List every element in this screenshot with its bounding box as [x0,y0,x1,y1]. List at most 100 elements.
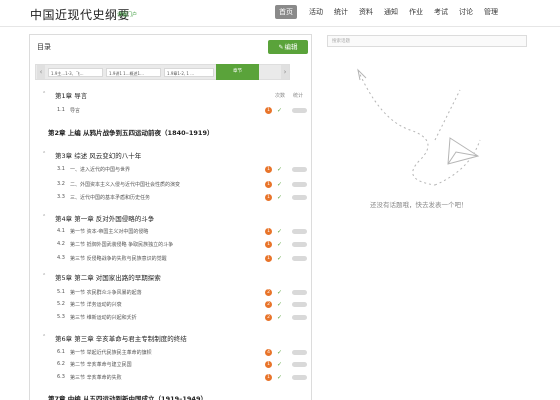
section-title[interactable]: 第三节 维新运动的兴起和夭折 [70,314,137,321]
section-row[interactable]: 5.3 第三节 维新运动的兴起和夭折 2 ✓ [30,312,311,323]
chapter-row[interactable]: ⌃ 第1章 导言 [30,89,311,100]
checkmark-icon: ✓ [277,194,283,201]
section-number: 4.2 [57,241,65,247]
search-input[interactable]: 搜索话题 [327,35,527,47]
section-row[interactable]: 3.3 三、近代中国的基本矛盾和历史任务 1 ✓ [30,192,311,203]
stats-bar[interactable] [292,290,307,295]
chapter-title[interactable]: 第2章 上编 从鸦片战争到五四运动前夜（1840–1919） [48,127,213,137]
section-number: 3.3 [57,194,65,200]
section-row[interactable]: 6.1 第一节 举起近代民族民主革命的旗帜 4 ✓ [30,347,311,358]
collapse-icon[interactable]: ⌃ [42,151,46,157]
section-title[interactable]: 三、近代中国的基本矛盾和历史任务 [70,194,150,201]
chapter-title[interactable]: 第3章 综述 风云变幻的八十年 [55,150,141,160]
section-title[interactable]: 一、进入近代的中国与世界 [70,166,130,173]
nav-item[interactable]: 资料 [359,5,373,19]
stats-bar[interactable] [292,350,307,355]
chapter-title[interactable]: 第1章 导言 [55,90,87,100]
chapter-title[interactable]: 第4章 第一章 反对外国侵略的斗争 [55,213,154,223]
empty-state-message: 还没有话题哦，快去发表一个吧！ [370,201,468,209]
section-row[interactable]: 6.3 第三节 辛亥革命的失败 1 ✓ [30,372,311,383]
checkmark-icon: ✓ [277,361,283,368]
chevron-left-icon[interactable]: ‹ [37,65,45,79]
stats-bar[interactable] [292,182,307,187]
stats-bar[interactable] [292,256,307,261]
section-number: 4.1 [57,228,65,234]
section-title[interactable]: 二、外国资本主义入侵与近代中国社会性质的演变 [70,181,180,188]
section-title[interactable]: 第一节 农民群众斗争风暴的起落 [70,289,142,296]
nav-item[interactable]: 讨论 [459,5,473,19]
section-title[interactable]: 第一节 举起近代民族民主革命的旗帜 [70,349,152,356]
stats-bar[interactable] [292,315,307,320]
section-row[interactable]: 4.1 第一节 资本-帝国主义对中国的侵略 1 ✓ [30,226,311,237]
section-row[interactable]: 5.1 第一节 农民群众斗争风暴的起落 2 ✓ [30,287,311,298]
chapter-title[interactable]: 第5章 第二章 对国家出路的早期探索 [55,272,161,282]
chapter-title[interactable]: 第6章 第三章 辛亥革命与君主专制制度的终结 [55,333,187,343]
nav-item[interactable]: 作业 [409,5,423,19]
checkmark-icon: ✓ [277,374,283,381]
task-count-badge: 1 [265,166,272,173]
task-count-badge: 2 [265,301,272,308]
collapse-icon[interactable]: ⌃ [42,273,46,279]
chapter-row[interactable]: 第2章 上编 从鸦片战争到五四运动前夜（1840–1919） [30,126,311,137]
chapter-row[interactable]: ⌃ 第3章 综述 风云变幻的八十年 [30,149,311,160]
chapter-row[interactable]: ⌃ 第6章 第三章 辛亥革命与君主专制制度的终结 [30,332,311,343]
paper-plane-icon [357,68,481,186]
section-row[interactable]: 6.2 第二节 辛亥革命与建立民国 1 ✓ [30,359,311,370]
section-row[interactable]: 4.3 第三节 反侵略战争的失败与民族意识的觉醒 1 ✓ [30,253,311,264]
chapter-row[interactable]: ⌃ 第5章 第二章 对国家出路的早期探索 [30,271,311,282]
edit-button[interactable]: ✎编辑 [268,40,308,54]
nav-item[interactable]: 活动 [309,5,323,19]
collapse-icon[interactable]: ⌃ [42,214,46,220]
stats-bar[interactable] [292,108,307,113]
section-row[interactable]: 1.1 导言 1 ✓ [30,105,311,116]
tab-item[interactable]: 1.9章1-2, 1 ... [164,68,214,77]
chevron-right-icon[interactable]: › [281,65,289,79]
chapter-title[interactable]: 第7章 中编 从五四运动到新中国成立（1919–1949） [48,393,207,400]
checkmark-icon: ✓ [277,228,283,235]
section-number: 6.2 [57,361,65,367]
task-count-badge: 2 [265,289,272,296]
stats-bar[interactable] [292,375,307,380]
section-row[interactable]: 3.1 一、进入近代的中国与世界 1 ✓ [30,164,311,175]
checkmark-icon: ✓ [277,349,283,356]
nav-item[interactable]: 统计 [334,5,348,19]
checkmark-icon: ✓ [277,107,283,114]
stats-bar[interactable] [292,195,307,200]
nav-item[interactable]: 考试 [434,5,448,19]
task-count-badge: 1 [265,181,272,188]
section-number: 3.1 [57,166,65,172]
collapse-icon[interactable]: ⌃ [42,334,46,340]
section-title[interactable]: 第二节 洋务运动的兴衰 [70,301,122,308]
section-row[interactable]: 4.2 第二节 抵御外国武装侵略 争取民族独立的斗争 1 ✓ [30,239,311,250]
course-title[interactable]: 中国近现代史纲要 [30,6,130,23]
checkmark-icon: ✓ [277,301,283,308]
section-row[interactable]: 3.2 二、外国资本主义入侵与近代中国社会性质的演变 1 ✓ [30,179,311,190]
collapse-icon[interactable]: ⌃ [42,91,46,97]
tab-item[interactable]: 1.9讲1 1...概述1... [106,68,161,77]
nav-item[interactable]: 首页 [275,5,297,19]
stats-bar[interactable] [292,229,307,234]
section-title[interactable]: 第三节 反侵略战争的失败与民族意识的觉醒 [70,255,167,262]
section-title[interactable]: 导言 [70,107,80,114]
stats-bar[interactable] [292,167,307,172]
section-title[interactable]: 第二节 抵御外国武装侵略 争取民族独立的斗争 [70,241,173,248]
section-number: 5.3 [57,314,65,320]
nav-item[interactable]: 管理 [484,5,498,19]
section-title[interactable]: 第二节 辛亥革命与建立民国 [70,361,132,368]
section-number: 5.1 [57,289,65,295]
chapter-tab-strip: ‹ 1.9主...1-3、飞... 1.9讲1 1...概述1... 1.9章1… [35,64,290,80]
stats-bar[interactable] [292,242,307,247]
chapter-row[interactable]: 第7章 中编 从五四运动到新中国成立（1919–1949） [30,392,311,400]
nav-item[interactable]: 通知 [384,5,398,19]
stats-bar[interactable] [292,362,307,367]
chapter-row[interactable]: ⌃ 第4章 第一章 反对外国侵略的斗争 [30,212,311,223]
tab-item-active[interactable]: 章节 [216,64,259,80]
task-count-badge: 1 [265,228,272,235]
section-title[interactable]: 第一节 资本-帝国主义对中国的侵略 [70,228,148,235]
stats-bar[interactable] [292,302,307,307]
task-count-badge: 1 [265,241,272,248]
tab-item[interactable]: 1.9主...1-3、飞... [48,68,103,77]
course-portal-link[interactable]: 课程门户 [117,11,137,18]
section-row[interactable]: 5.2 第二节 洋务运动的兴衰 2 ✓ [30,299,311,310]
section-title[interactable]: 第三节 辛亥革命的失败 [70,374,122,381]
